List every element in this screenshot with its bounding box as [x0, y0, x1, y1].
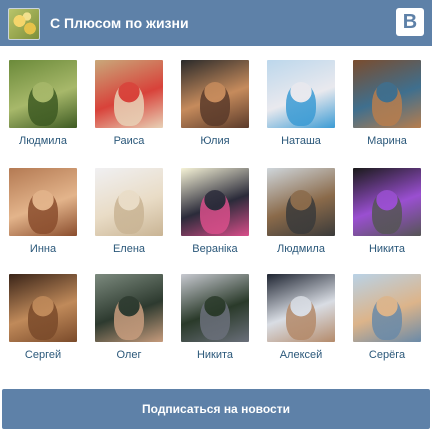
- member-name[interactable]: Раиса: [86, 134, 172, 148]
- member-photo[interactable]: [181, 274, 249, 342]
- member-item[interactable]: Никита: [344, 168, 430, 256]
- member-photo-figure: [200, 82, 230, 126]
- member-item[interactable]: Раиса: [86, 60, 172, 148]
- member-photo[interactable]: [95, 274, 163, 342]
- member-photo-figure: [286, 82, 316, 126]
- group-avatar[interactable]: [8, 8, 40, 40]
- member-photo[interactable]: [9, 60, 77, 128]
- member-name[interactable]: Олег: [86, 348, 172, 362]
- member-photo-figure: [114, 296, 144, 340]
- member-name[interactable]: Алексей: [258, 348, 344, 362]
- member-name[interactable]: Вераніка: [172, 242, 258, 256]
- member-item[interactable]: Сергей: [0, 274, 86, 362]
- member-photo-figure: [200, 296, 230, 340]
- member-name[interactable]: Инна: [0, 242, 86, 256]
- member-item[interactable]: Елена: [86, 168, 172, 256]
- vk-community-widget: С Плюсом по жизни В Людмила Раиса Юлия Ната…: [0, 0, 432, 431]
- member-photo[interactable]: [9, 274, 77, 342]
- member-name[interactable]: Марина: [344, 134, 430, 148]
- member-name[interactable]: Никита: [344, 242, 430, 256]
- member-photo-figure: [28, 296, 58, 340]
- member-name[interactable]: Елена: [86, 242, 172, 256]
- subscribe-button[interactable]: Подписаться на новости: [2, 389, 430, 429]
- member-name[interactable]: Наташа: [258, 134, 344, 148]
- member-item[interactable]: Алексей: [258, 274, 344, 362]
- member-photo[interactable]: [353, 274, 421, 342]
- member-item[interactable]: Юлия: [172, 60, 258, 148]
- member-photo[interactable]: [267, 60, 335, 128]
- member-photo-figure: [114, 190, 144, 234]
- member-item[interactable]: Людмила: [258, 168, 344, 256]
- member-photo-figure: [372, 296, 402, 340]
- member-photo-figure: [372, 82, 402, 126]
- member-item[interactable]: Инна: [0, 168, 86, 256]
- member-name[interactable]: Людмила: [0, 134, 86, 148]
- member-name[interactable]: Юлия: [172, 134, 258, 148]
- member-photo-figure: [200, 190, 230, 234]
- member-photo-figure: [286, 190, 316, 234]
- member-name[interactable]: Сергей: [0, 348, 86, 362]
- member-item[interactable]: Людмила: [0, 60, 86, 148]
- member-name[interactable]: Никита: [172, 348, 258, 362]
- member-photo[interactable]: [267, 168, 335, 236]
- vk-logo-icon[interactable]: В: [396, 8, 424, 36]
- member-item[interactable]: Вераніка: [172, 168, 258, 256]
- member-item[interactable]: Наташа: [258, 60, 344, 148]
- member-item[interactable]: Никита: [172, 274, 258, 362]
- member-photo-figure: [114, 82, 144, 126]
- member-photo-figure: [286, 296, 316, 340]
- member-item[interactable]: Олег: [86, 274, 172, 362]
- member-name[interactable]: Людмила: [258, 242, 344, 256]
- member-photo[interactable]: [95, 60, 163, 128]
- widget-header: С Плюсом по жизни В: [0, 0, 432, 46]
- member-photo[interactable]: [95, 168, 163, 236]
- member-item[interactable]: Марина: [344, 60, 430, 148]
- group-title[interactable]: С Плюсом по жизни: [50, 14, 189, 32]
- member-item[interactable]: Серёга: [344, 274, 430, 362]
- member-photo-figure: [372, 190, 402, 234]
- member-photo[interactable]: [267, 274, 335, 342]
- member-photo-figure: [28, 82, 58, 126]
- member-photo[interactable]: [181, 168, 249, 236]
- member-photo-figure: [28, 190, 58, 234]
- member-photo[interactable]: [353, 60, 421, 128]
- member-photo[interactable]: [181, 60, 249, 128]
- member-photo[interactable]: [353, 168, 421, 236]
- member-photo[interactable]: [9, 168, 77, 236]
- member-name[interactable]: Серёга: [344, 348, 430, 362]
